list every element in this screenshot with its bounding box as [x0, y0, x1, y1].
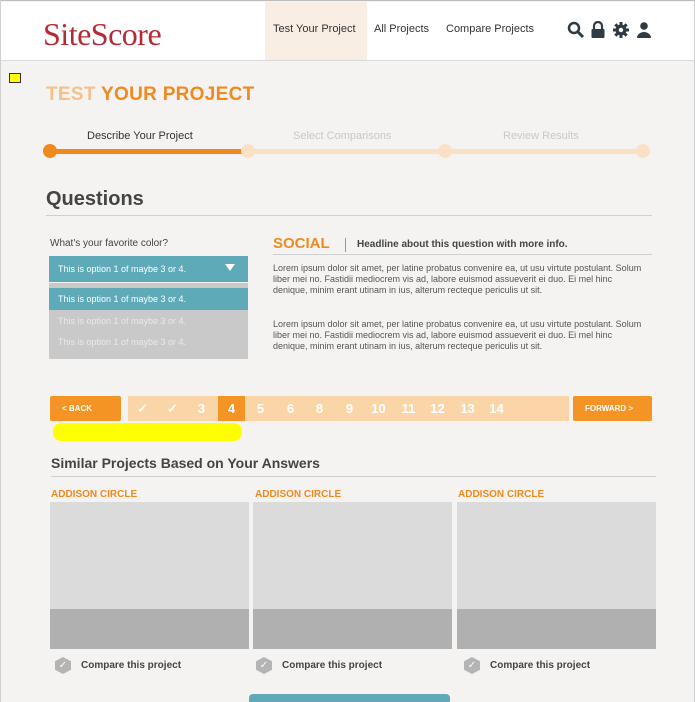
question-label: What's your favorite color? [50, 238, 169, 249]
forward-button[interactable]: FORWARD > [573, 396, 652, 421]
pager-cell-8[interactable]: 9 [336, 396, 363, 421]
card-image-footer-3 [457, 609, 656, 649]
card-image-footer-2 [253, 609, 452, 649]
page-title-part1: TEST [46, 84, 96, 105]
card-image-2[interactable] [253, 502, 452, 609]
search-icon[interactable] [567, 21, 585, 39]
select-value: This is option 1 of maybe 3 or 4. [58, 264, 187, 274]
page-title: TEST YOUR PROJECT [46, 84, 255, 106]
step-review-results[interactable]: Review Results [503, 130, 579, 142]
user-icon[interactable] [635, 21, 653, 39]
window-top-border [0, 0, 695, 1]
nav-all-projects[interactable]: All Projects [374, 23, 429, 35]
progress-dot-3 [438, 144, 452, 158]
bottom-action-button[interactable] [249, 694, 450, 702]
questions-divider [46, 215, 652, 216]
body-paragraph-2: Lorem ipsum dolor sit amet, per latine p… [273, 319, 642, 351]
dropdown-option-1[interactable]: This is option 1 of maybe 3 or 4. [49, 288, 248, 310]
checkbox-icon[interactable]: ✓ [464, 657, 480, 674]
comment-icon[interactable] [9, 73, 21, 83]
progress-fill [50, 149, 244, 154]
body-paragraph-1: Lorem ipsum dolor sit amet, per latine p… [273, 263, 642, 295]
checkbox-icon[interactable]: ✓ [256, 657, 272, 674]
card-image-1[interactable] [50, 502, 249, 609]
pager-cell-12[interactable]: 13 [454, 396, 481, 421]
pager-cell-6[interactable]: 6 [277, 396, 304, 421]
title-divider [345, 238, 346, 252]
card-title-2[interactable]: ADDISON CIRCLE [255, 489, 341, 500]
yellow-highlight-annotation [53, 423, 242, 441]
pager-cell-5[interactable]: 5 [247, 396, 274, 421]
pager-cell-1[interactable]: ✓ [129, 396, 156, 421]
step-select-comparisons[interactable]: Select Comparisons [293, 130, 391, 142]
compare-label-3[interactable]: Compare this project [490, 660, 590, 671]
gear-icon[interactable] [612, 21, 630, 39]
compare-label-2[interactable]: Compare this project [282, 660, 382, 671]
pager-cell-3[interactable]: 3 [188, 396, 215, 421]
compare-label-1[interactable]: Compare this project [81, 660, 181, 671]
window-left-border [0, 0, 1, 702]
pager-cell-9[interactable]: 10 [365, 396, 392, 421]
sitescore-logo[interactable]: SiteScore [43, 16, 162, 53]
card-image-3[interactable] [457, 502, 656, 609]
step-describe-project[interactable]: Describe Your Project [87, 130, 193, 142]
pager-cell-15[interactable] [542, 396, 569, 421]
similar-projects-title: Similar Projects Based on Your Answers [51, 455, 320, 471]
nav-test-your-project[interactable]: Test Your Project [273, 23, 356, 35]
site-header: SiteScore Test Your Project All Projects… [0, 2, 695, 61]
back-button[interactable]: < BACK [50, 396, 121, 421]
lock-icon[interactable] [589, 21, 607, 39]
chevron-down-icon[interactable] [225, 264, 235, 271]
nav-compare-projects[interactable]: Compare Projects [446, 23, 534, 35]
pager-cell-7[interactable]: 8 [306, 396, 333, 421]
pager-cell-10[interactable]: 11 [395, 396, 422, 421]
page-title-part2: YOUR PROJECT [101, 84, 255, 105]
card-image-footer-1 [50, 609, 249, 649]
pager-cell-2[interactable]: ✓ [159, 396, 186, 421]
pager-cell-14[interactable] [513, 396, 540, 421]
question-headline: Headline about this question with more i… [357, 239, 568, 250]
dropdown-option-2[interactable]: This is option 1 of maybe 3 or 4. [49, 310, 248, 332]
dropdown-option-3[interactable]: This is option 1 of maybe 3 or 4. [49, 331, 248, 353]
pager-cell-11[interactable]: 12 [424, 396, 451, 421]
progress-dot-1 [43, 144, 57, 158]
color-select[interactable]: This is option 1 of maybe 3 or 4. [49, 256, 248, 282]
progress-dot-2 [241, 144, 255, 158]
checkbox-icon[interactable]: ✓ [55, 657, 71, 674]
category-title: SOCIAL [273, 235, 330, 252]
card-title-3[interactable]: ADDISON CIRCLE [458, 489, 544, 500]
card-title-1[interactable]: ADDISON CIRCLE [51, 489, 137, 500]
pager-cell-13[interactable]: 14 [483, 396, 510, 421]
pager-cell-4[interactable]: 4 [218, 396, 245, 421]
headline-divider [273, 254, 652, 255]
select-dropdown: This is option 1 of maybe 3 or 4. This i… [49, 283, 248, 359]
progress-dot-4 [636, 144, 650, 158]
questions-title: Questions [46, 188, 144, 210]
similar-divider [51, 476, 656, 477]
